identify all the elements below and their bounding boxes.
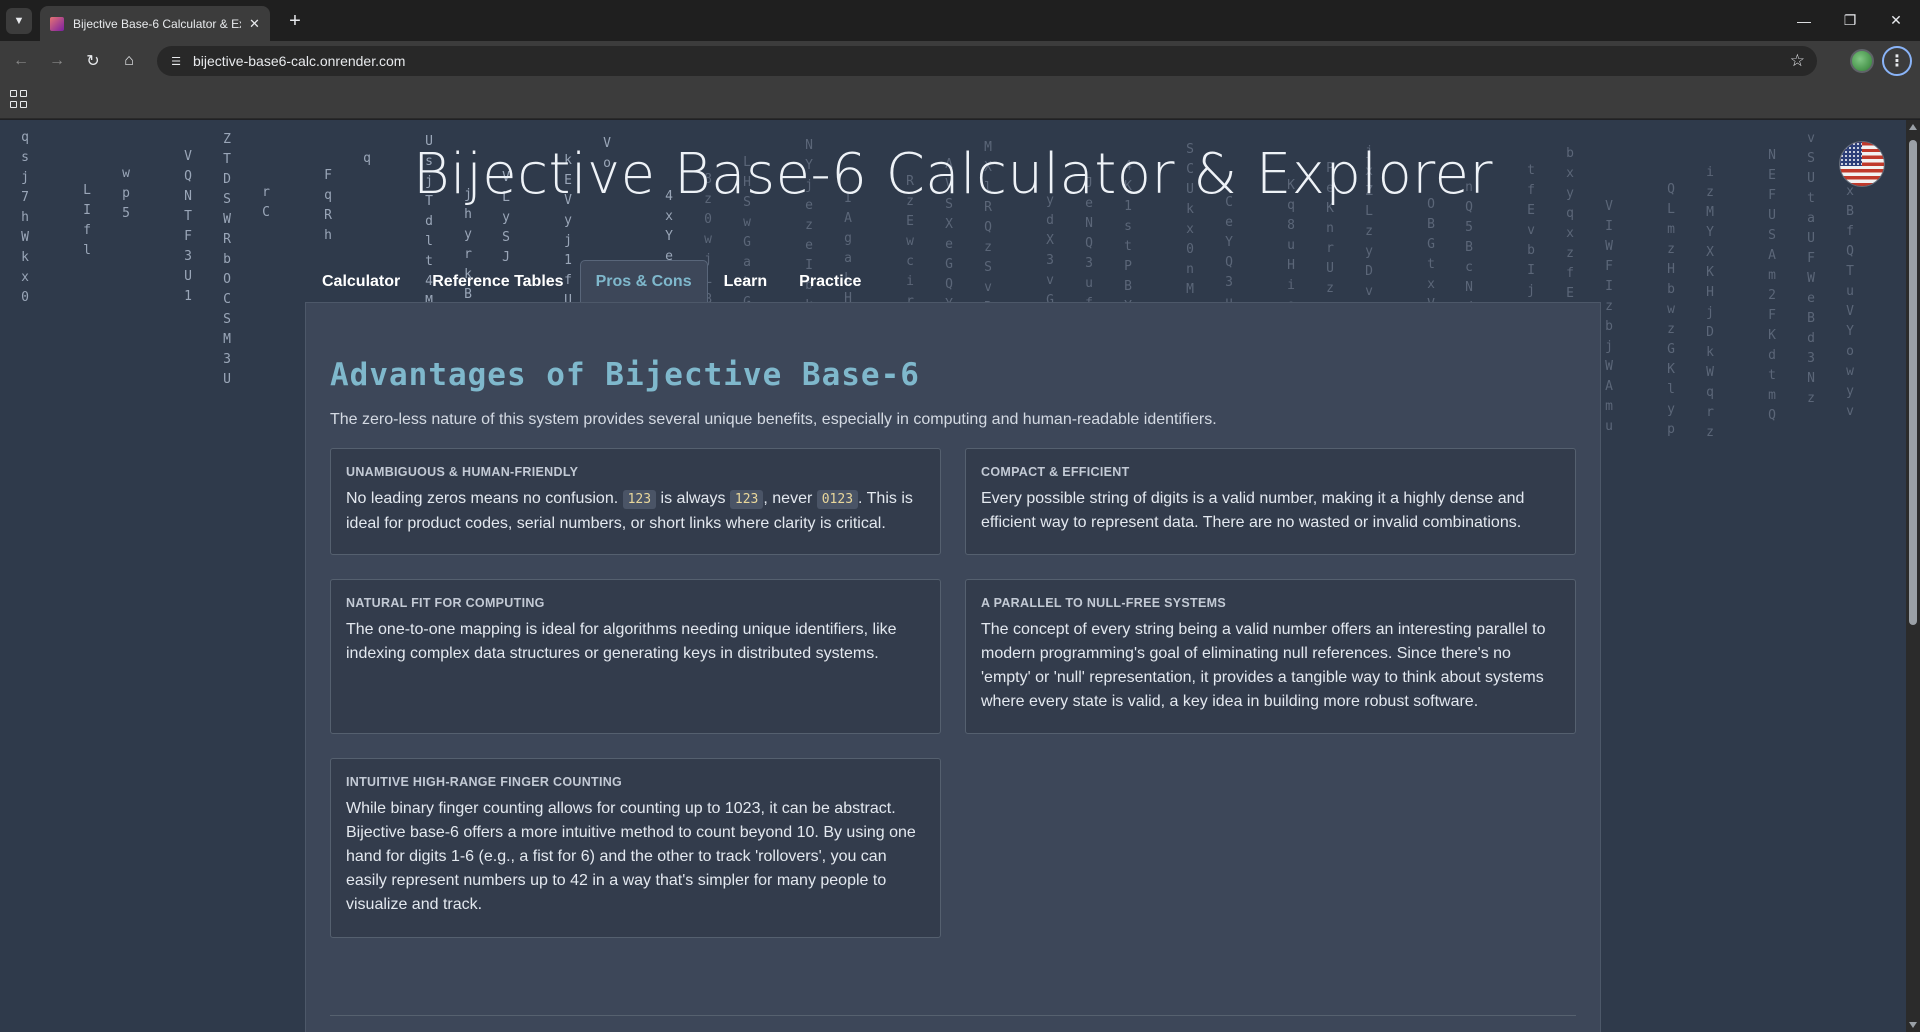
url-text: bijective-base6-calc.onrender.com bbox=[193, 53, 406, 69]
tune-icon[interactable]: ☰ bbox=[167, 52, 185, 70]
arrow-left-icon[interactable]: ← bbox=[7, 47, 35, 75]
bookmarks-bar bbox=[0, 81, 1920, 119]
page-title: Bijective Base-6 Calculator & Explorer bbox=[413, 142, 1493, 207]
tab-reference-tables[interactable]: Reference Tables bbox=[416, 260, 579, 302]
arrow-right-icon[interactable]: → bbox=[43, 47, 71, 75]
card-unambiguous: UNAMBIGUOUS & HUMAN-FRIENDLY No leading … bbox=[330, 448, 941, 555]
scroll-up-icon[interactable] bbox=[1909, 124, 1917, 130]
card-finger-counting: INTUITIVE HIGH-RANGE FINGER COUNTING Whi… bbox=[330, 758, 941, 938]
card-text: No leading zeros means no confusion. bbox=[346, 490, 623, 507]
card-null-free: A PARALLEL TO NULL-FREE SYSTEMS The conc… bbox=[965, 579, 1576, 734]
pros-cons-panel: Advantages of Bijective Base-6 The zero-… bbox=[305, 302, 1601, 1032]
chevron-down-icon[interactable]: ▼ bbox=[6, 8, 32, 34]
kebab-icon[interactable]: ⋮ bbox=[1882, 46, 1912, 76]
tab-practice[interactable]: Practice bbox=[783, 260, 877, 302]
minimize-icon[interactable]: — bbox=[1781, 0, 1827, 41]
card-body: While binary finger counting allows for … bbox=[346, 800, 916, 913]
card-heading: NATURAL FIT FOR COMPUTING bbox=[346, 596, 545, 610]
restore-icon[interactable]: ❐ bbox=[1827, 0, 1873, 41]
card-body: No leading zeros means no confusion. 123… bbox=[346, 487, 925, 536]
card-text: , never bbox=[763, 490, 817, 507]
tab-calculator[interactable]: Calculator bbox=[306, 260, 416, 302]
matrix-rain-column: x B f Q T u V Y o w y v bbox=[1846, 184, 1854, 419]
card-heading: UNAMBIGUOUS & HUMAN-FRIENDLY bbox=[346, 465, 579, 479]
reload-icon[interactable]: ↻ bbox=[79, 47, 107, 75]
code-snippet: 123 bbox=[729, 490, 764, 509]
card-heading: INTUITIVE HIGH-RANGE FINGER COUNTING bbox=[346, 775, 623, 789]
browser-tab-active[interactable]: Bijective Base-6 Calculator & Explorer ✕ bbox=[40, 6, 270, 41]
profile-avatar[interactable] bbox=[1850, 49, 1874, 73]
code-snippet: 123 bbox=[622, 490, 657, 509]
matrix-rain-column: Q L m z H b w z G K l y p bbox=[1667, 182, 1675, 437]
section-intro: The zero-less nature of this system prov… bbox=[330, 411, 1217, 428]
card-body: The one-to-one mapping is ideal for algo… bbox=[346, 621, 897, 662]
window-close-icon[interactable]: ✕ bbox=[1873, 0, 1919, 41]
scrollbar-thumb[interactable] bbox=[1909, 140, 1917, 625]
card-body: The concept of every string being a vali… bbox=[981, 621, 1546, 710]
card-text: is always bbox=[656, 490, 730, 507]
section-title: Advantages of Bijective Base-6 bbox=[330, 357, 920, 393]
home-icon[interactable]: ⌂ bbox=[115, 47, 143, 75]
close-icon[interactable]: ✕ bbox=[249, 16, 260, 32]
browser-tabstrip: ▼ Bijective Base-6 Calculator & Explorer… bbox=[0, 0, 1920, 41]
matrix-rain-column: V I W F I z b j W A m u bbox=[1605, 199, 1613, 434]
favicon-icon bbox=[50, 16, 64, 31]
card-heading: A PARALLEL TO NULL-FREE SYSTEMS bbox=[981, 596, 1226, 610]
card-computing: NATURAL FIT FOR COMPUTING The one-to-one… bbox=[330, 579, 941, 734]
card-compact: COMPACT & EFFICIENT Every possible strin… bbox=[965, 448, 1576, 555]
card-body: Every possible string of digits is a val… bbox=[981, 490, 1525, 531]
browser-tab-title: Bijective Base-6 Calculator & Explorer bbox=[73, 16, 241, 31]
star-icon[interactable]: ☆ bbox=[1790, 51, 1805, 71]
main-tabs: Calculator Reference Tables Pros & Cons … bbox=[306, 260, 877, 302]
address-bar[interactable]: ☰ bijective-base6-calc.onrender.com ☆ bbox=[157, 46, 1817, 76]
tab-learn[interactable]: Learn bbox=[708, 260, 784, 302]
browser-toolbar: ← → ↻ ⌂ ☰ bijective-base6-calc.onrender.… bbox=[0, 41, 1920, 81]
apps-grid-icon[interactable] bbox=[10, 90, 28, 108]
page-viewport: q s j 7 h W k x 0L I f lw p 5V Q N T F 3… bbox=[0, 120, 1906, 1032]
scroll-down-icon[interactable] bbox=[1909, 1022, 1917, 1028]
tab-pros-cons[interactable]: Pros & Cons bbox=[579, 260, 708, 302]
plus-icon[interactable]: + bbox=[282, 9, 308, 33]
page-scrollbar[interactable] bbox=[1906, 120, 1920, 1032]
section-divider bbox=[330, 1015, 1576, 1016]
card-heading: COMPACT & EFFICIENT bbox=[981, 465, 1130, 479]
code-snippet: 0123 bbox=[816, 490, 859, 509]
